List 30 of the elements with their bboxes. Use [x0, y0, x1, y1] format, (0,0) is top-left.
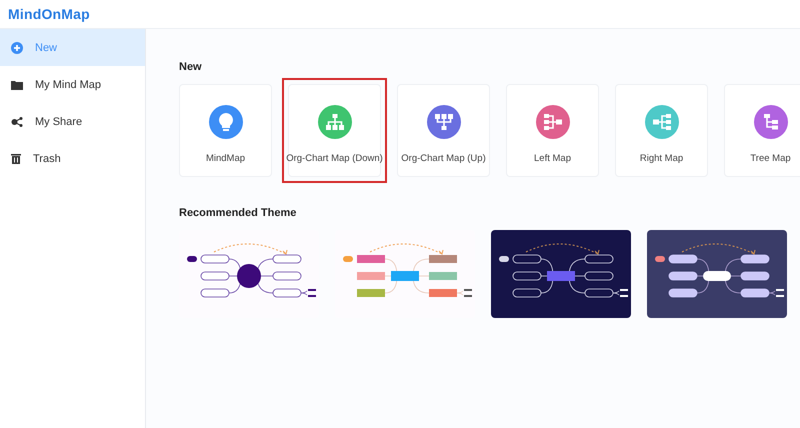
template-label: MindMap [206, 153, 246, 164]
folder-icon [11, 80, 23, 90]
hierarchy-icon [326, 114, 344, 130]
template-label: Left Map [534, 153, 571, 164]
template-label: Right Map [640, 153, 684, 164]
sidebar-item[interactable]: My Mind Map [0, 66, 145, 103]
lightbulb-icon [218, 113, 234, 131]
section-title: Recommended Theme [179, 207, 298, 219]
template-label: Org-Chart Map (Up) [401, 153, 486, 164]
template-label: Tree Map [750, 153, 791, 164]
section-title: New [179, 61, 203, 73]
theme-preview-drawing[interactable] [491, 230, 631, 318]
template-card[interactable]: MindMap [179, 84, 272, 177]
theme-preview-drawing[interactable] [647, 230, 787, 318]
template-card[interactable]: Tree Map [724, 84, 800, 177]
sidebar-item[interactable]: My Share [0, 103, 145, 140]
tree-icon [764, 114, 778, 130]
template-card[interactable]: Org-Chart Map (Up) [397, 84, 490, 177]
branch-icon [544, 114, 562, 130]
app-logo: MindOnMap [8, 6, 90, 22]
template-card[interactable]: Left Map [506, 84, 599, 177]
trash-icon [11, 153, 21, 164]
template-label: Org-Chart Map (Down) [286, 153, 383, 164]
template-card[interactable]: Right Map [615, 84, 708, 177]
plus-icon [11, 42, 23, 54]
hierarchy-icon [434, 114, 452, 130]
share-icon [11, 116, 23, 126]
branch-icon [652, 114, 670, 130]
sidebar-item[interactable]: Trash [0, 140, 145, 177]
template-card[interactable]: Org-Chart Map (Down) [288, 84, 381, 177]
